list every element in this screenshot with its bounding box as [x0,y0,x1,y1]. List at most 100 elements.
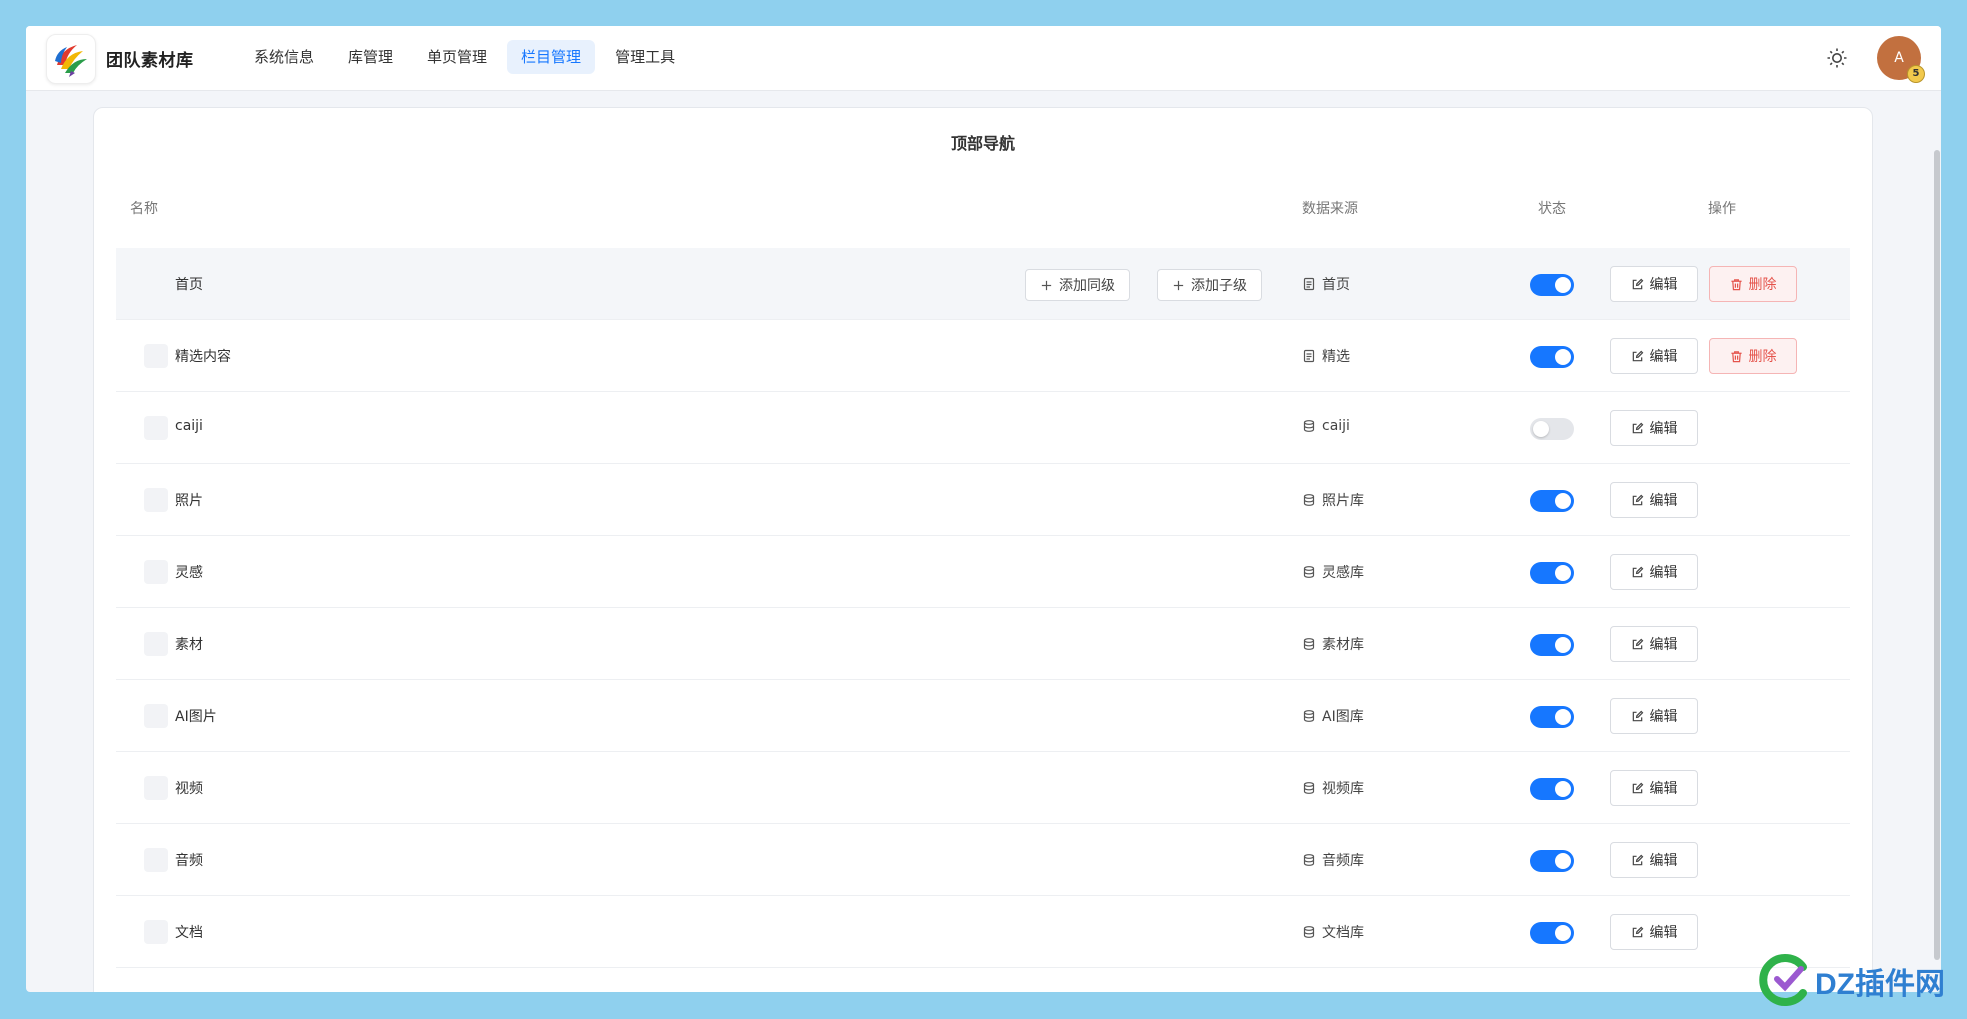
table-row[interactable]: 灵感 灵感库 编辑 [116,536,1850,608]
edit-label: 编辑 [1649,565,1678,581]
status-toggle[interactable] [1530,490,1574,512]
add-sibling-label: 添加同级 [1059,278,1115,294]
edit-label: 编辑 [1649,349,1678,365]
edit-button[interactable]: 编辑 [1610,338,1698,374]
row-source-label: 照片库 [1322,493,1364,509]
row-source-label: 灵感库 [1322,565,1364,581]
edit-label: 编辑 [1649,493,1678,509]
edit-button[interactable]: 编辑 [1610,770,1698,806]
row-source: 文档库 [1302,922,1364,942]
row-source: 精选 [1302,346,1350,366]
table-row[interactable]: 照片 照片库 编辑 [116,464,1850,536]
table-row[interactable]: 首页 添加同级 添加子级 首页 编辑 删除 [116,248,1850,320]
table-row[interactable]: 文档 文档库 编辑 [116,896,1850,968]
row-source: 视频库 [1302,778,1364,798]
drag-handle[interactable] [144,344,168,368]
row-source: 首页 [1302,274,1350,294]
drag-handle[interactable] [144,416,168,440]
row-source: 素材库 [1302,634,1364,654]
add-child-button[interactable]: 添加子级 [1157,269,1262,301]
edit-button[interactable]: 编辑 [1610,266,1698,302]
status-toggle[interactable] [1530,274,1574,296]
column-header-source: 数据来源 [1302,201,1358,217]
watermark: DZ插件网 [1755,949,1955,1011]
edit-icon [1631,566,1644,579]
status-toggle[interactable] [1530,706,1574,728]
drag-handle[interactable] [144,920,168,944]
row-name: 照片 [175,493,203,509]
table-header: 名称 数据来源 状态 操作 [116,198,1850,218]
edit-button[interactable]: 编辑 [1610,842,1698,878]
edit-icon [1631,782,1644,795]
nav-item-library[interactable]: 库管理 [334,40,407,74]
status-toggle[interactable] [1530,850,1574,872]
drag-handle[interactable] [144,560,168,584]
scrollbar[interactable] [1931,90,1941,992]
avatar-level-badge: 5 [1907,65,1925,83]
watermark-logo-icon [1759,954,1807,1006]
row-source: AI图库 [1302,706,1364,726]
top-bar: 团队素材库 系统信息 库管理 单页管理 栏目管理 管理工具 A 5 [26,26,1941,91]
edit-icon [1631,926,1644,939]
add-sibling-button[interactable]: 添加同级 [1025,269,1130,301]
status-toggle[interactable] [1530,778,1574,800]
edit-label: 编辑 [1649,781,1678,797]
theme-toggle-sun-icon[interactable] [1825,46,1849,70]
main-nav: 系统信息 库管理 单页管理 栏目管理 管理工具 [240,40,689,74]
table-row[interactable]: caiji caiji 编辑 [116,392,1850,464]
table-row[interactable]: 视频 视频库 编辑 [116,752,1850,824]
table-row[interactable]: 音频 音频库 编辑 [116,824,1850,896]
row-source-label: caiji [1322,418,1350,434]
row-name: 素材 [175,637,203,653]
database-icon [1302,709,1316,723]
table-row[interactable]: 素材 素材库 编辑 [116,608,1850,680]
row-source: 灵感库 [1302,562,1364,582]
drag-handle[interactable] [144,704,168,728]
row-name: 灵感 [175,565,203,581]
edit-button[interactable]: 编辑 [1610,698,1698,734]
edit-icon [1631,710,1644,723]
page-icon [1302,277,1316,291]
edit-label: 编辑 [1649,709,1678,725]
nav-item-tools[interactable]: 管理工具 [601,40,689,74]
edit-icon [1631,854,1644,867]
edit-button[interactable]: 编辑 [1610,410,1698,446]
delete-button[interactable]: 删除 [1709,266,1797,302]
database-icon [1302,781,1316,795]
row-source: 音频库 [1302,850,1364,870]
edit-label: 编辑 [1649,421,1678,437]
status-toggle[interactable] [1530,634,1574,656]
row-name: 精选内容 [175,349,231,365]
edit-button[interactable]: 编辑 [1610,482,1698,518]
nav-item-pages[interactable]: 单页管理 [413,40,501,74]
edit-label: 编辑 [1649,277,1678,293]
table-row[interactable]: AI图片 AI图库 编辑 [116,680,1850,752]
status-toggle[interactable] [1530,562,1574,584]
drag-handle[interactable] [144,848,168,872]
row-source-label: 视频库 [1322,781,1364,797]
status-toggle[interactable] [1530,922,1574,944]
delete-button[interactable]: 删除 [1709,338,1797,374]
edit-button[interactable]: 编辑 [1610,554,1698,590]
edit-button[interactable]: 编辑 [1610,626,1698,662]
logo[interactable] [46,34,96,84]
status-toggle[interactable] [1530,346,1574,368]
row-name: caiji [175,418,203,434]
database-icon [1302,637,1316,651]
drag-handle[interactable] [144,488,168,512]
row-source-label: 文档库 [1322,925,1364,941]
app-window: 团队素材库 系统信息 库管理 单页管理 栏目管理 管理工具 A 5 顶部导航 名… [26,26,1941,992]
nav-item-system-info[interactable]: 系统信息 [240,40,328,74]
edit-button[interactable]: 编辑 [1610,914,1698,950]
drag-handle[interactable] [144,632,168,656]
table-row[interactable]: 精选内容 精选 编辑 删除 [116,320,1850,392]
trash-icon [1730,350,1743,363]
row-source-label: 音频库 [1322,853,1364,869]
row-source-label: 首页 [1322,277,1350,293]
nav-item-columns[interactable]: 栏目管理 [507,40,596,74]
edit-icon [1631,422,1644,435]
scrollbar-thumb[interactable] [1934,150,1940,960]
status-toggle[interactable] [1530,418,1574,440]
drag-handle[interactable] [144,776,168,800]
row-name: 首页 [175,277,203,293]
